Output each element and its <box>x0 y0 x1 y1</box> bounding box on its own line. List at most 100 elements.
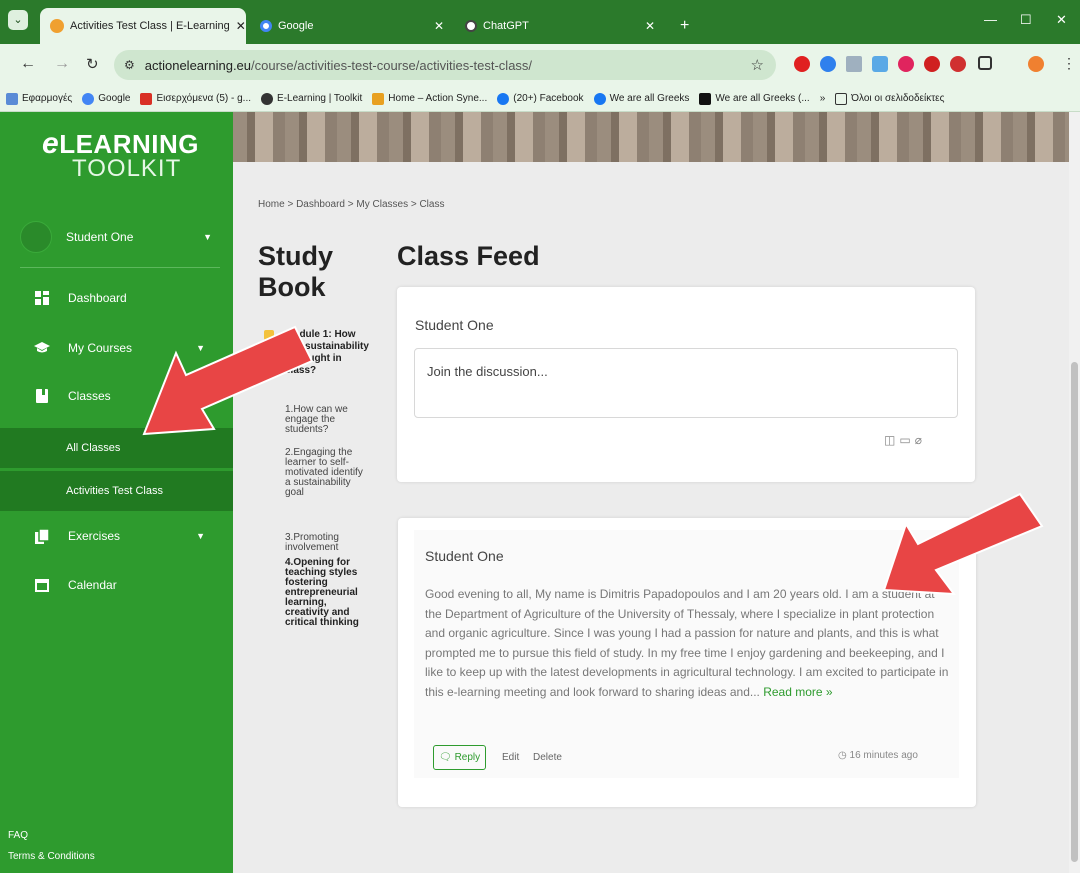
tab-title: ChatGPT <box>483 20 529 32</box>
sidebar: eLEARNING TOOLKIT Student One ▼ Dashboar… <box>0 112 233 873</box>
lesson-link[interactable]: 3.Promoting involvement <box>285 533 370 553</box>
post-timestamp: ◷ 16 minutes ago <box>838 750 918 761</box>
translate-extension-icon[interactable] <box>846 56 862 72</box>
google-favicon-icon <box>260 20 272 32</box>
elearning-icon <box>261 92 274 105</box>
discussion-input[interactable]: Join the discussion... <box>414 348 958 418</box>
sidebar-item-classes[interactable]: Classes <box>0 376 233 416</box>
profile-avatar-icon[interactable] <box>1028 56 1044 72</box>
module-folder-icon <box>264 330 274 340</box>
chatgpt-favicon-icon <box>465 20 477 32</box>
sidebar-item-calendar[interactable]: Calendar <box>0 565 233 605</box>
bookmark-we-are-all-greeks[interactable]: We are all Greeks <box>593 92 689 105</box>
sidebar-item-activities-test-class[interactable]: Activities Test Class <box>0 471 233 511</box>
page-scrollbar[interactable] <box>1069 112 1080 873</box>
url-input[interactable]: ⚙ actionelearning.eu/course/activities-t… <box>114 50 776 80</box>
sidebar-item-my-courses[interactable]: My Courses ▼ <box>0 328 233 368</box>
bookmark-facebook[interactable]: (20+) Facebook <box>497 92 584 105</box>
read-more-link[interactable]: Read more » <box>763 685 832 699</box>
back-arrow-icon[interactable]: ← <box>20 55 36 73</box>
bookmark-elearning[interactable]: E-Learning | Toolkit <box>261 92 362 105</box>
close-window-icon[interactable]: ✕ <box>1056 12 1067 28</box>
dashboard-icon <box>34 290 50 306</box>
adblock-extension-icon[interactable] <box>924 56 940 72</box>
sidebar-item-all-classes[interactable]: All Classes <box>0 428 233 468</box>
minimize-icon[interactable]: — <box>984 12 997 27</box>
new-tab-button[interactable]: + <box>670 8 700 44</box>
extension-icon[interactable] <box>898 56 914 72</box>
address-bar-row: ← → ↻ ⚙ actionelearning.eu/course/activi… <box>0 44 1080 86</box>
bookmarks-overflow-button[interactable]: » <box>820 93 826 104</box>
user-profile-toggle[interactable]: Student One ▼ <box>20 218 220 256</box>
action-synergy-icon <box>372 92 385 105</box>
bookmark-google[interactable]: Google <box>82 92 130 105</box>
composer-user-name: Student One <box>415 317 494 333</box>
breadcrumb[interactable]: Home > Dashboard > My Classes > Class <box>258 199 444 210</box>
module-title[interactable]: Module 1: How can sustainability be taug… <box>285 329 370 377</box>
facebook-icon <box>593 92 606 105</box>
sidebar-item-exercises[interactable]: Exercises ▼ <box>0 516 233 556</box>
browser-tab-bar: ⌄ Activities Test Class | E-Learning ✕ G… <box>0 0 1080 44</box>
bookmark-gmail[interactable]: Εισερχόμενα (5) - g... <box>140 92 251 105</box>
paperclip-icon[interactable]: ⌀ <box>915 433 926 447</box>
close-tab-icon[interactable]: ✕ <box>645 19 655 33</box>
caret-down-icon: ▼ <box>203 232 212 242</box>
close-tab-icon[interactable]: ✕ <box>434 19 444 33</box>
tab-google[interactable]: Google ✕ <box>250 8 454 44</box>
caret-down-icon: ▼ <box>196 343 205 353</box>
extension-icon[interactable] <box>820 56 836 72</box>
opera-extension-icon[interactable] <box>794 56 810 72</box>
comment-icon: 🗨 <box>438 752 452 763</box>
study-book-title: Study Book <box>258 241 334 302</box>
bookmark-apps[interactable]: Εφαρμογές <box>6 92 72 105</box>
reply-button[interactable]: 🗨 Reply <box>433 745 486 770</box>
close-tab-icon[interactable]: ✕ <box>236 19 246 33</box>
video-icon[interactable]: ▭ <box>899 433 914 447</box>
apps-grid-icon <box>6 92 18 105</box>
post-author: Student One <box>425 548 504 564</box>
avatar <box>20 221 52 253</box>
calendar-icon <box>34 577 50 593</box>
tab-chatgpt[interactable]: ChatGPT ✕ <box>455 8 665 44</box>
graduation-cap-icon <box>34 340 50 356</box>
clock-icon: ◷ <box>838 750 847 761</box>
elearning-favicon-icon <box>50 19 64 33</box>
browser-menu-icon[interactable]: ⋮ <box>1062 55 1076 72</box>
edit-button[interactable]: Edit <box>502 752 519 763</box>
tab-title: Google <box>278 20 314 32</box>
caret-down-icon: ▼ <box>196 531 205 541</box>
delete-button[interactable]: Delete <box>533 752 562 763</box>
gmail-icon <box>140 92 153 105</box>
camera-icon[interactable]: ◫ <box>884 433 899 447</box>
all-bookmarks-folder[interactable]: Όλοι οι σελιδοδείκτες <box>835 92 944 105</box>
maximize-icon[interactable]: ☐ <box>1020 12 1032 28</box>
user-name: Student One <box>66 230 134 244</box>
extensions-puzzle-icon[interactable] <box>978 56 992 70</box>
tab-activities-test-class[interactable]: Activities Test Class | E-Learning ✕ <box>40 8 246 44</box>
lesson-link[interactable]: 1.How can we engage the students? <box>285 405 370 435</box>
scrollbar-thumb[interactable] <box>1071 362 1078 862</box>
forward-arrow-icon[interactable]: → <box>54 55 70 73</box>
tab-search-button[interactable]: ⌄ <box>8 10 28 30</box>
faq-link[interactable]: FAQ <box>8 830 28 841</box>
tab-title: Activities Test Class | E-Learning <box>70 20 230 32</box>
lesson-link[interactable]: 2.Engaging the learner to self-motivated… <box>285 448 370 498</box>
elearning-toolkit-logo[interactable]: eLEARNING TOOLKIT <box>42 129 199 181</box>
divider <box>20 267 220 268</box>
folder-icon <box>835 92 848 105</box>
terms-link[interactable]: Terms & Conditions <box>8 851 95 862</box>
bookmark-action-synergy[interactable]: Home – Action Syne... <box>372 92 487 105</box>
bookmarks-bar: Εφαρμογές Google Εισερχόμενα (5) - g... … <box>0 86 1080 112</box>
url-host: actionelearning.eu <box>144 57 252 73</box>
post-body: Good evening to all, My name is Dimitris… <box>425 587 949 699</box>
bookmark-star-icon[interactable]: ☆ <box>751 56 764 74</box>
site-info-icon[interactable]: ⚙ <box>124 58 135 72</box>
sidebar-item-dashboard[interactable]: Dashboard <box>0 278 233 318</box>
attachment-toolbar: ◫▭⌀ <box>884 433 926 447</box>
lesson-link-active[interactable]: 4.Opening for teaching styles fostering … <box>285 558 370 628</box>
book-icon <box>34 388 50 404</box>
reload-icon[interactable]: ↻ <box>86 55 99 73</box>
bookmark-we-are-all-greeks-x[interactable]: We are all Greeks (... <box>699 92 810 105</box>
block-extension-icon[interactable] <box>950 56 966 72</box>
checkbox-extension-icon[interactable] <box>872 56 888 72</box>
